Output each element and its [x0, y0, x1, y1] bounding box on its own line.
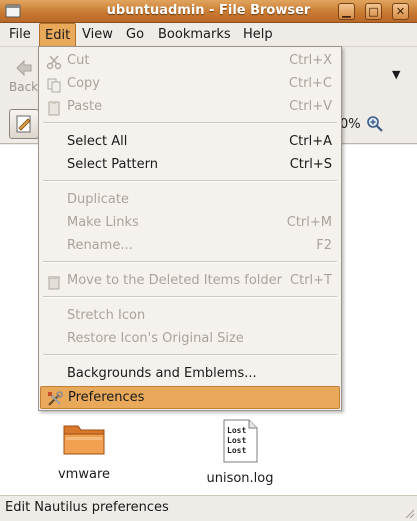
menu-go[interactable]: Go: [126, 27, 144, 42]
menu-item-restore-icon-size[interactable]: Restore Icon's Original Size: [40, 328, 340, 351]
trash-icon: [48, 276, 60, 290]
resize-grip-icon[interactable]: [403, 507, 415, 519]
file-name: vmware: [57, 467, 110, 482]
menu-item-label: Cut: [67, 53, 90, 68]
menu-bookmarks-label: Bookmarks: [158, 27, 231, 42]
preview-line: Lost: [227, 436, 246, 445]
menu-item-rename[interactable]: Rename... F2: [40, 235, 340, 258]
menu-item-preferences[interactable]: Preferences: [40, 386, 340, 409]
menu-help-label: Help: [243, 27, 273, 42]
preferences-tools-icon: [48, 391, 63, 406]
menu-item-label: Backgrounds and Emblems...: [67, 366, 257, 381]
menu-item-label: Copy: [67, 76, 100, 91]
folder-icon: [63, 425, 105, 455]
menu-view[interactable]: View: [82, 27, 113, 42]
menu-item-cut[interactable]: Cut Ctrl+X: [40, 50, 340, 73]
menu-separator: [43, 261, 337, 263]
file-item-vmware[interactable]: vmware: [34, 419, 134, 482]
menu-item-label: Select All: [67, 134, 128, 149]
menu-separator: [43, 180, 337, 182]
maximize-button[interactable]: □: [365, 3, 382, 20]
menu-separator: [43, 354, 337, 356]
preview-line: Lost: [227, 426, 246, 435]
menu-item-stretch-icon[interactable]: Stretch Icon: [40, 305, 340, 328]
status-text: Edit Nautilus preferences: [5, 500, 169, 515]
menu-item-label: Preferences: [68, 390, 145, 405]
menu-item-label: Select Pattern: [67, 157, 159, 172]
copy-icon: [47, 78, 61, 93]
zoom-level: 0%: [340, 117, 361, 132]
text-file-icon: Lost Lost Lost: [223, 419, 258, 463]
title-bar: ubuntuadmin - File Browser ▁ □ ✕: [0, 0, 417, 23]
menu-bar: File Edit View Go Bookmarks Help: [0, 23, 417, 47]
file-item-unison-log[interactable]: Lost Lost Lost unison.log: [190, 419, 290, 486]
menu-item-select-pattern[interactable]: Select Pattern Ctrl+S: [40, 154, 340, 177]
menu-item-backgrounds-emblems[interactable]: Backgrounds and Emblems...: [40, 363, 340, 386]
menu-item-make-links[interactable]: Make Links Ctrl+M: [40, 212, 340, 235]
menu-item-accel: Ctrl+V: [289, 99, 332, 114]
menu-item-label: Restore Icon's Original Size: [67, 331, 244, 346]
menu-item-accel: Ctrl+T: [290, 273, 332, 288]
menu-item-label: Duplicate: [67, 192, 129, 207]
menu-item-accel: Ctrl+A: [289, 134, 332, 149]
menu-item-accel: F2: [316, 238, 332, 253]
menu-view-label: View: [82, 27, 113, 42]
menu-file[interactable]: File: [9, 27, 31, 42]
edit-menu-dropdown: Cut Ctrl+X Copy Ctrl+C Paste Ctrl+V Sele…: [38, 46, 342, 411]
menu-file-label: File: [9, 27, 31, 42]
menu-item-label: Stretch Icon: [67, 308, 146, 323]
menu-item-copy[interactable]: Copy Ctrl+C: [40, 73, 340, 96]
menu-item-move-to-trash[interactable]: Move to the Deleted Items folder Ctrl+T: [40, 270, 340, 293]
status-bar: Edit Nautilus preferences: [0, 495, 417, 521]
menu-item-label: Rename...: [67, 238, 133, 253]
menu-help[interactable]: Help: [243, 27, 273, 42]
scissors-icon: [46, 55, 62, 70]
toolbar-overflow-arrow-icon[interactable]: ▼: [392, 68, 400, 81]
menu-item-paste[interactable]: Paste Ctrl+V: [40, 96, 340, 119]
menu-item-accel: Ctrl+X: [289, 53, 332, 68]
preview-line: Lost: [227, 446, 246, 455]
file-name: unison.log: [206, 471, 274, 486]
back-label: Back: [9, 80, 39, 94]
back-arrow-icon: [16, 59, 32, 77]
menu-item-accel: Ctrl+S: [289, 157, 332, 172]
clipboard-icon: [48, 101, 60, 116]
edit-pencil-icon: [16, 115, 31, 133]
toggle-location-button[interactable]: [9, 109, 39, 139]
menu-bookmarks[interactable]: Bookmarks: [158, 27, 231, 42]
zoom-in-icon[interactable]: [366, 115, 384, 133]
menu-separator: [43, 296, 337, 298]
menu-go-label: Go: [126, 27, 145, 42]
menu-item-label: Move to the Deleted Items folder: [67, 273, 282, 288]
menu-item-accel: Ctrl+M: [286, 215, 332, 230]
minimize-button[interactable]: ▁: [338, 3, 355, 20]
close-button[interactable]: ✕: [392, 3, 409, 20]
menu-item-select-all[interactable]: Select All Ctrl+A: [40, 131, 340, 154]
menu-separator: [43, 122, 337, 124]
menu-edit[interactable]: Edit: [39, 23, 77, 47]
menu-edit-label: Edit: [45, 28, 71, 43]
menu-item-label: Make Links: [67, 215, 139, 230]
menu-item-duplicate[interactable]: Duplicate: [40, 189, 340, 212]
menu-item-accel: Ctrl+C: [288, 76, 332, 91]
menu-item-label: Paste: [67, 99, 103, 114]
